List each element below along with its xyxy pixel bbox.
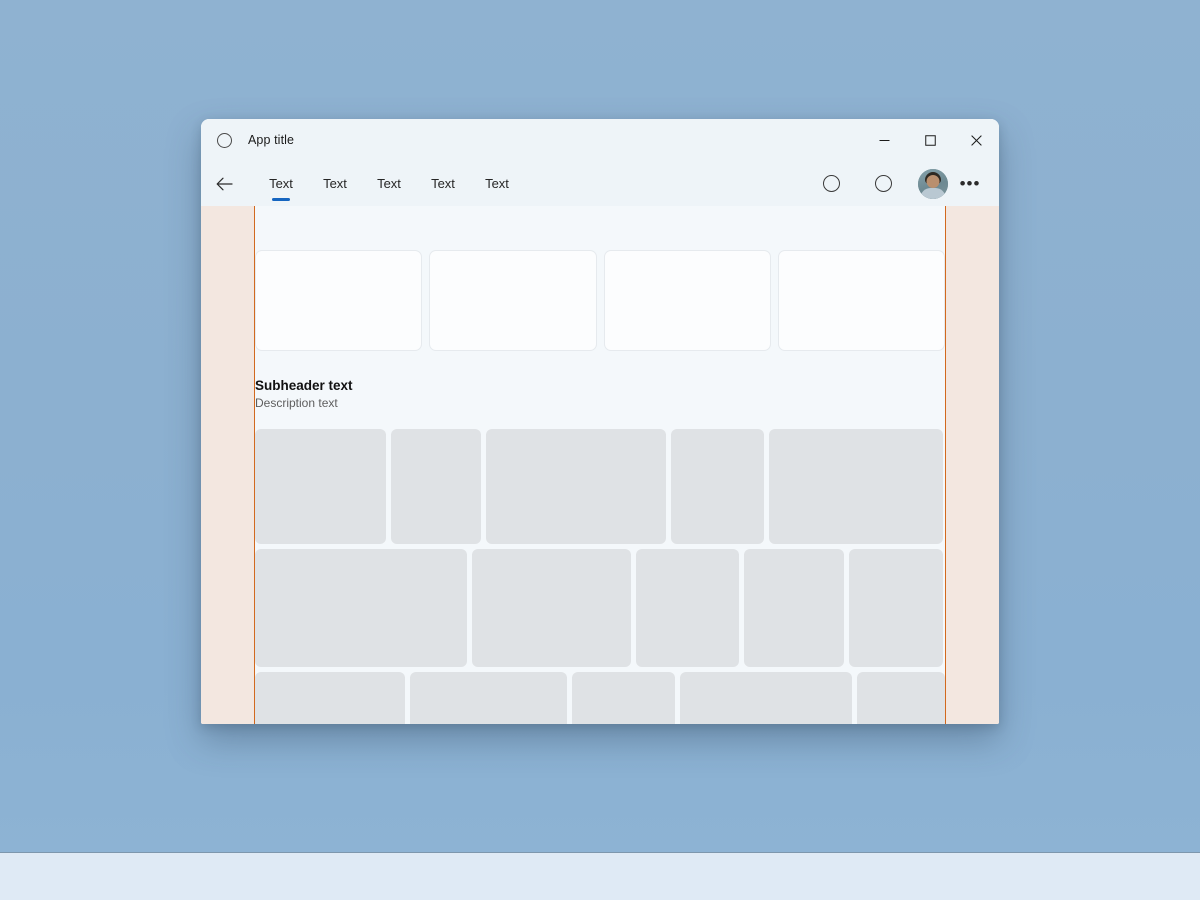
- close-button[interactable]: [953, 119, 999, 161]
- taskbar[interactable]: [0, 852, 1200, 900]
- tile-2-4[interactable]: [744, 549, 844, 667]
- tile-2-3[interactable]: [636, 549, 739, 667]
- maximize-icon: [924, 134, 936, 146]
- tile-row: [255, 672, 945, 724]
- tab-4[interactable]: Text: [416, 161, 470, 206]
- back-button[interactable]: [208, 168, 240, 200]
- avatar-person-body: [920, 187, 946, 199]
- tab-3[interactable]: Text: [362, 161, 416, 206]
- tile-1-5[interactable]: [769, 429, 943, 544]
- avatar-person-face: [926, 174, 940, 188]
- command-bar: Text Text Text Text Text •••: [201, 161, 999, 206]
- app-title: App title: [248, 133, 295, 147]
- back-arrow-icon: [216, 177, 233, 190]
- tile-1-4[interactable]: [671, 429, 764, 544]
- content-card-2[interactable]: [429, 250, 597, 351]
- right-rail: [945, 206, 999, 724]
- close-icon: [970, 134, 982, 146]
- tab-1[interactable]: Text: [254, 161, 308, 206]
- app-icon-circle-outline-icon: [217, 132, 232, 148]
- tile-3-5[interactable]: [856, 672, 945, 724]
- circle-outline-icon: [874, 175, 892, 192]
- tab-2-label: Text: [323, 176, 347, 191]
- tile-grid: [255, 429, 945, 724]
- minimize-icon: [879, 139, 889, 141]
- header-action-1-button[interactable]: [813, 166, 849, 202]
- left-rail: [201, 206, 255, 724]
- tile-3-3[interactable]: [571, 672, 675, 724]
- tile-2-5[interactable]: [849, 549, 943, 667]
- tile-1-2[interactable]: [391, 429, 481, 544]
- subheader-block: Subheader text Description text: [255, 351, 945, 411]
- subheader-title: Subheader text: [255, 378, 353, 393]
- content-area[interactable]: Subheader text Description text: [255, 206, 945, 724]
- tab-1-selected-indicator: [272, 198, 290, 201]
- tab-3-label: Text: [377, 176, 401, 191]
- content-card-4[interactable]: [777, 250, 945, 351]
- header-actions: •••: [805, 161, 999, 206]
- circle-outline-icon: [822, 175, 840, 192]
- tile-1-3[interactable]: [486, 429, 666, 544]
- content-card-1[interactable]: [255, 250, 423, 351]
- tile-3-1[interactable]: [255, 672, 406, 724]
- tile-row: [255, 549, 945, 667]
- tab-5[interactable]: Text: [470, 161, 524, 206]
- tab-5-label: Text: [485, 176, 509, 191]
- content-card-3[interactable]: [603, 250, 771, 351]
- app-window: App title Text Text Text Text Text ••• S…: [201, 119, 999, 724]
- tile-row: [255, 429, 945, 544]
- ellipsis-icon: •••: [959, 173, 981, 193]
- tile-2-1[interactable]: [255, 549, 467, 667]
- avatar[interactable]: [918, 168, 948, 199]
- tile-1-1[interactable]: [255, 429, 386, 544]
- window-body: Subheader text Description text: [201, 206, 999, 724]
- desktop-background: App title Text Text Text Text Text ••• S…: [0, 0, 1200, 900]
- window-controls: [861, 119, 999, 161]
- minimize-button[interactable]: [861, 119, 907, 161]
- card-row: [255, 206, 945, 351]
- tile-3-2[interactable]: [410, 672, 567, 724]
- tile-2-2[interactable]: [472, 549, 631, 667]
- tab-1-label: Text: [269, 176, 293, 191]
- tab-4-label: Text: [431, 176, 455, 191]
- subheader-description: Description text: [255, 396, 338, 410]
- tab-2[interactable]: Text: [308, 161, 362, 206]
- header-action-2-button[interactable]: [865, 166, 901, 202]
- title-bar[interactable]: App title: [201, 119, 999, 161]
- tab-strip: Text Text Text Text Text: [254, 161, 524, 206]
- tile-3-4[interactable]: [679, 672, 852, 724]
- maximize-button[interactable]: [907, 119, 953, 161]
- more-options-button[interactable]: •••: [953, 167, 987, 201]
